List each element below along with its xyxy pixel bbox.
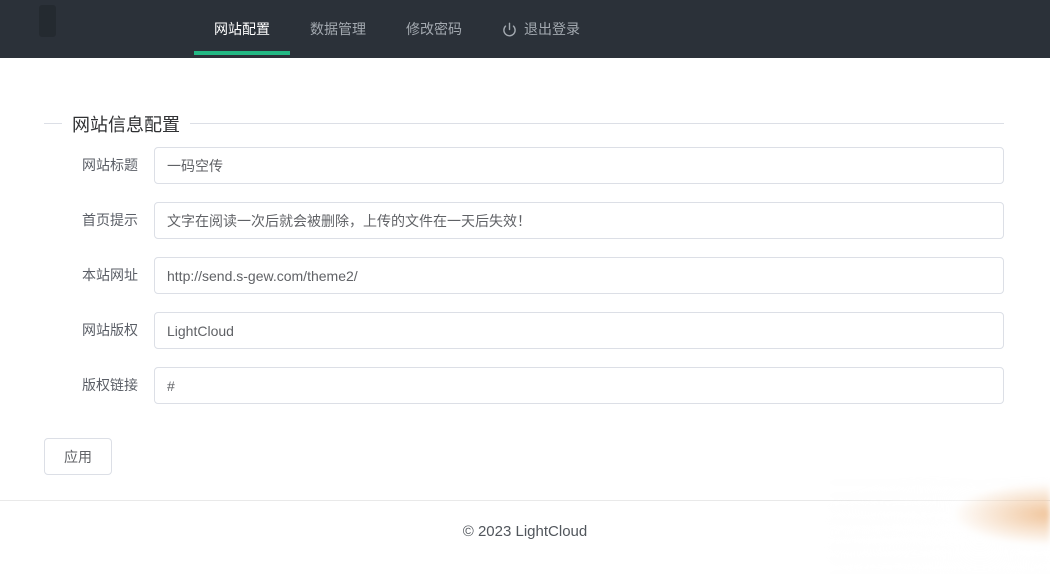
tab-change-password[interactable]: 修改密码 — [386, 0, 482, 58]
top-navbar: 网站配置 数据管理 修改密码 退出登录 — [0, 0, 1050, 58]
copyright-input[interactable] — [154, 312, 1004, 349]
form-row-site-url: 本站网址 — [44, 257, 1004, 294]
tab-logout[interactable]: 退出登录 — [482, 0, 600, 58]
copyright-link-input[interactable] — [154, 367, 1004, 404]
home-tip-input[interactable] — [154, 202, 1004, 239]
apply-button[interactable]: 应用 — [44, 438, 112, 475]
site-url-input[interactable] — [154, 257, 1004, 294]
tab-change-password-label: 修改密码 — [406, 19, 462, 39]
main-content: 网站信息配置 网站标题 首页提示 本站网址 网站版权 版权链接 — [0, 123, 1050, 475]
tab-site-config[interactable]: 网站配置 — [194, 0, 290, 58]
footer-copyright: © 2023 LightCloud — [463, 523, 587, 540]
site-url-label: 本站网址 — [44, 257, 138, 294]
form-row-site-title: 网站标题 — [44, 147, 1004, 184]
section-title: 网站信息配置 — [62, 111, 190, 137]
site-title-input[interactable] — [154, 147, 1004, 184]
logo-mark — [39, 5, 56, 37]
site-config-form: 网站标题 首页提示 本站网址 网站版权 版权链接 应用 — [44, 147, 1004, 475]
form-row-home-tip: 首页提示 — [44, 202, 1004, 239]
copyright-label: 网站版权 — [44, 312, 138, 349]
section-divider: 网站信息配置 — [44, 123, 1004, 124]
form-row-copyright: 网站版权 — [44, 312, 1004, 349]
home-tip-label: 首页提示 — [44, 202, 138, 239]
tab-data-management[interactable]: 数据管理 — [290, 0, 386, 58]
power-icon — [502, 22, 517, 37]
site-title-label: 网站标题 — [44, 147, 138, 184]
tab-site-config-label: 网站配置 — [214, 19, 270, 39]
main-nav: 网站配置 数据管理 修改密码 退出登录 — [194, 0, 600, 58]
admin-page: 网站配置 数据管理 修改密码 退出登录 网站信息配置 — [0, 0, 1050, 574]
form-row-copyright-link: 版权链接 — [44, 367, 1004, 404]
page-footer: © 2023 LightCloud — [0, 501, 1050, 540]
copyright-link-label: 版权链接 — [44, 367, 138, 404]
tab-logout-label: 退出登录 — [524, 19, 580, 39]
tab-data-management-label: 数据管理 — [310, 19, 366, 39]
